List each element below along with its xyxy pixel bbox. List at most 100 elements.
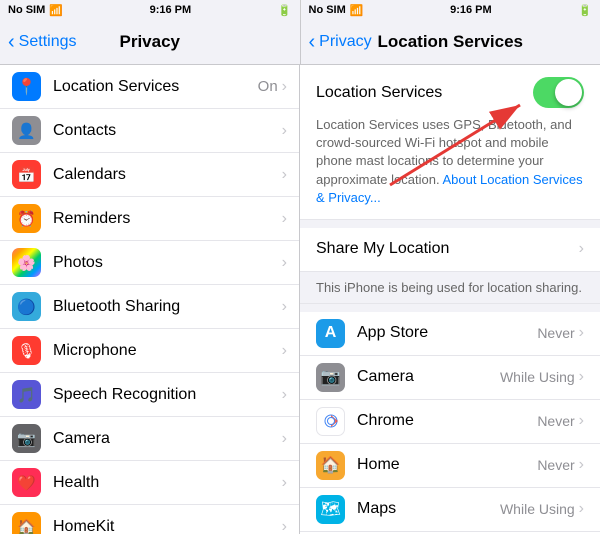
- chrome-icon: [316, 407, 345, 436]
- homekit-label: HomeKit: [53, 518, 282, 534]
- app-store-icon: A: [316, 319, 345, 348]
- photos-icon: 🌸: [12, 248, 41, 277]
- app-store-label: App Store: [357, 324, 537, 342]
- back-to-settings[interactable]: ‹ Settings: [8, 31, 76, 54]
- camera-icon: 📷: [12, 424, 41, 453]
- app-store-chevron: ›: [579, 324, 584, 342]
- home-row[interactable]: 🏠 Home Never ›: [300, 444, 600, 488]
- maps-chevron: ›: [579, 500, 584, 518]
- list-item-reminders[interactable]: ⏰ Reminders ›: [0, 197, 299, 241]
- nav-bar-location-services: ‹ Privacy Location Services: [301, 20, 600, 64]
- calendars-icon: 📅: [12, 160, 41, 189]
- bluetooth-chevron: ›: [282, 298, 287, 316]
- share-location-row[interactable]: Share My Location ›: [300, 228, 600, 272]
- homekit-icon: 🏠: [12, 512, 41, 534]
- content-area: 📍 Location Services On › 👤 Contacts › 📅 …: [0, 65, 600, 534]
- list-item-contacts[interactable]: 👤 Contacts ›: [0, 109, 299, 153]
- location-services-label: Location Services: [53, 78, 258, 96]
- microphone-label: Microphone: [53, 342, 282, 360]
- list-item-camera[interactable]: 📷 Camera ›: [0, 417, 299, 461]
- app-store-row[interactable]: A App Store Never ›: [300, 312, 600, 356]
- health-icon: ❤️: [12, 468, 41, 497]
- back-arrow-left: ‹: [8, 31, 15, 54]
- reminders-icon: ⏰: [12, 204, 41, 233]
- chrome-label: Chrome: [357, 412, 537, 430]
- list-item-speech[interactable]: 🎵 Speech Recognition ›: [0, 373, 299, 417]
- share-location-chevron: ›: [579, 240, 584, 258]
- status-bar-right-panel: No SIM 📶 9:16 PM 🔋: [301, 0, 600, 20]
- list-item-homekit[interactable]: 🏠 HomeKit ›: [0, 505, 299, 534]
- maps-row[interactable]: 🗺 Maps While Using ›: [300, 488, 600, 532]
- left-panel: 📍 Location Services On › 👤 Contacts › 📅 …: [0, 65, 300, 534]
- list-item-photos[interactable]: 🌸 Photos ›: [0, 241, 299, 285]
- location-services-nav-title: Location Services: [377, 32, 523, 52]
- microphone-icon: 🎙: [12, 336, 41, 365]
- list-item-bluetooth[interactable]: 🔵 Bluetooth Sharing ›: [0, 285, 299, 329]
- share-location-label: Share My Location: [316, 240, 449, 258]
- right-panel: Location Services Location Services uses…: [300, 65, 600, 534]
- app-store-value: Never: [537, 325, 574, 341]
- health-label: Health: [53, 474, 282, 492]
- maps-icon: 🗺: [316, 495, 345, 524]
- camera-chevron: ›: [282, 430, 287, 448]
- sharing-notice-text: This iPhone is being used for location s…: [316, 280, 582, 295]
- microphone-chevron: ›: [282, 342, 287, 360]
- app-list: A App Store Never › 📷 Camera While Using…: [300, 312, 600, 534]
- back-arrow-right: ‹: [309, 31, 316, 54]
- time-left: 9:16 PM: [150, 4, 192, 16]
- location-services-section: Location Services Location Services uses…: [300, 65, 600, 220]
- status-bar-container: No SIM 📶 9:16 PM 🔋 No SIM 📶 9:16 PM 🔋: [0, 0, 600, 20]
- speech-icon: 🎵: [12, 380, 41, 409]
- chrome-row[interactable]: Chrome Never ›: [300, 400, 600, 444]
- chrome-svg: [321, 411, 341, 431]
- list-item-health[interactable]: ❤️ Health ›: [0, 461, 299, 505]
- ls-description: Location Services uses GPS, Bluetooth, a…: [316, 116, 584, 207]
- reminders-label: Reminders: [53, 210, 282, 228]
- list-item-calendars[interactable]: 📅 Calendars ›: [0, 153, 299, 197]
- back-label-settings[interactable]: Settings: [19, 33, 77, 51]
- battery-icon-right: 🔋: [578, 4, 592, 17]
- back-label-privacy[interactable]: Privacy: [319, 33, 371, 51]
- photos-chevron: ›: [282, 254, 287, 272]
- camera-app-chevron: ›: [579, 368, 584, 386]
- wifi-icon-left: 📶: [49, 4, 63, 17]
- list-item-microphone[interactable]: 🎙 Microphone ›: [0, 329, 299, 373]
- privacy-title: Privacy: [120, 32, 181, 52]
- no-sim-right: No SIM: [309, 4, 346, 16]
- home-chevron: ›: [579, 456, 584, 474]
- status-bar-left-panel: No SIM 📶 9:16 PM 🔋: [0, 0, 300, 20]
- camera-row[interactable]: 📷 Camera While Using ›: [300, 356, 600, 400]
- privacy-list: 📍 Location Services On › 👤 Contacts › 📅 …: [0, 65, 299, 534]
- location-services-chevron: ›: [282, 78, 287, 96]
- speech-label: Speech Recognition: [53, 386, 282, 404]
- photos-label: Photos: [53, 254, 282, 272]
- location-services-icon: 📍: [12, 72, 41, 101]
- location-services-value: On: [258, 78, 278, 95]
- ls-title-row: Location Services: [316, 77, 584, 108]
- toggle-knob: [555, 79, 582, 106]
- calendars-chevron: ›: [282, 166, 287, 184]
- battery-icon-left: 🔋: [278, 4, 292, 17]
- home-value: Never: [537, 457, 574, 473]
- contacts-label: Contacts: [53, 122, 282, 140]
- ls-privacy-link[interactable]: About Location Services & Privacy...: [316, 172, 583, 205]
- camera-app-icon: 📷: [316, 363, 345, 392]
- maps-value: While Using: [500, 501, 575, 517]
- health-chevron: ›: [282, 474, 287, 492]
- chrome-chevron: ›: [579, 412, 584, 430]
- back-to-privacy[interactable]: ‹ Privacy: [309, 31, 372, 54]
- home-label: Home: [357, 456, 537, 474]
- bluetooth-label: Bluetooth Sharing: [53, 298, 282, 316]
- list-item-location-services[interactable]: 📍 Location Services On ›: [0, 65, 299, 109]
- camera-label: Camera: [53, 430, 282, 448]
- nav-bars: ‹ Settings Privacy ‹ Privacy Location Se…: [0, 20, 600, 65]
- no-sim-left: No SIM: [8, 4, 45, 16]
- calendars-label: Calendars: [53, 166, 282, 184]
- camera-app-label: Camera: [357, 368, 500, 386]
- nav-bar-privacy: ‹ Settings Privacy: [0, 20, 301, 64]
- homekit-chevron: ›: [282, 518, 287, 534]
- contacts-icon: 👤: [12, 116, 41, 145]
- location-services-toggle[interactable]: [533, 77, 584, 108]
- bluetooth-icon: 🔵: [12, 292, 41, 321]
- time-right: 9:16 PM: [450, 4, 492, 16]
